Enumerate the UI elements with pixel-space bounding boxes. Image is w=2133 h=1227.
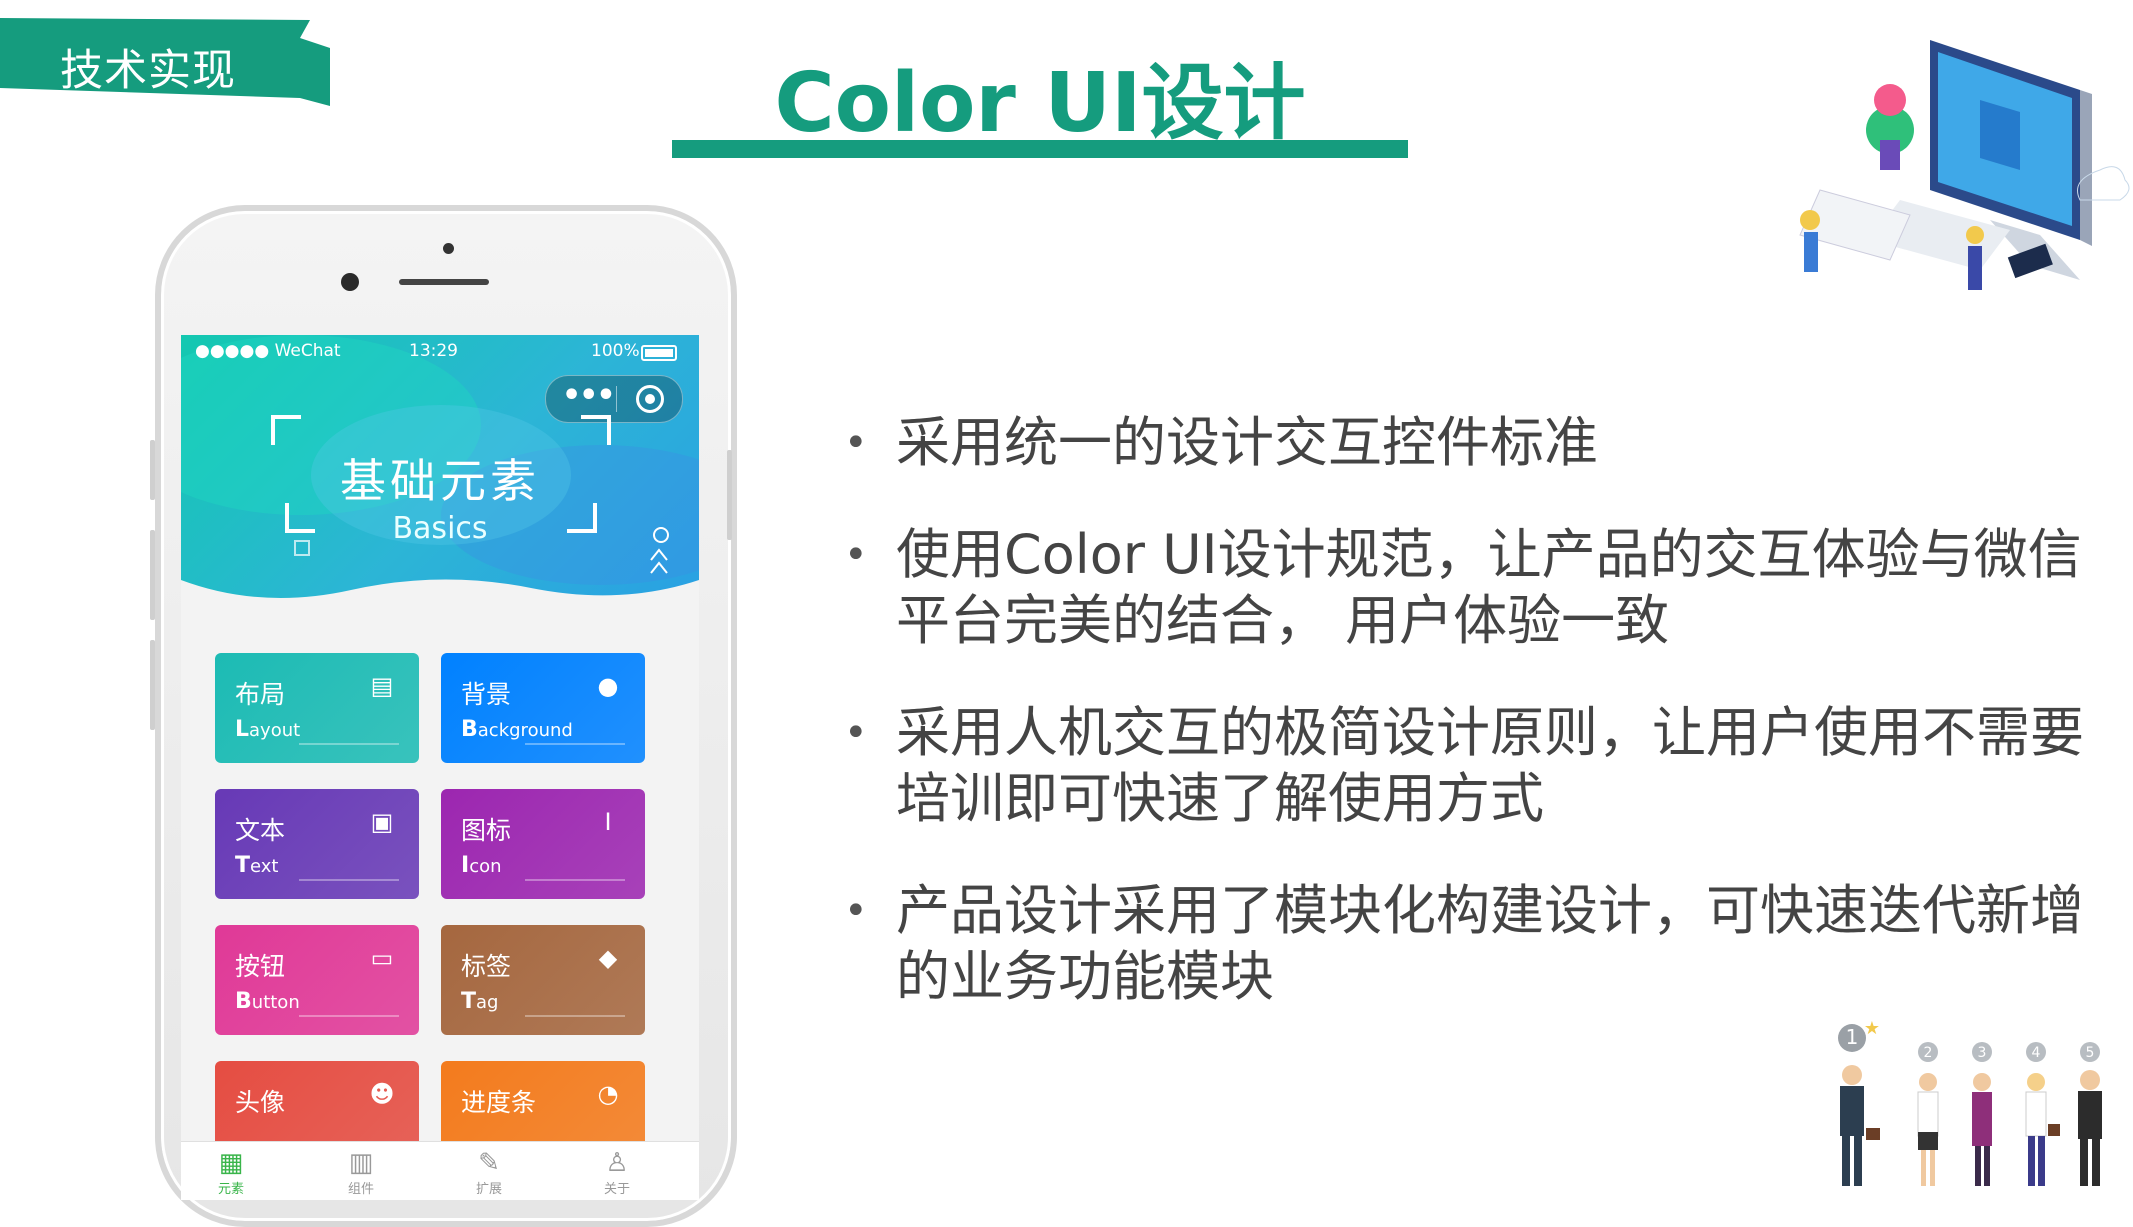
about-icon: ♙ [605,1148,629,1178]
components-icon: ▥ [348,1148,374,1178]
card-label-cn: 文本 [235,816,286,845]
palette-icon: ● [597,672,619,700]
card-label-cn: 图标 [461,816,512,845]
card-label-cn: 布局 [235,680,286,709]
person-3 [1972,1073,1992,1186]
icon-icon: Ⅰ [604,808,612,836]
card-divider [525,879,625,881]
bullet-item: 采用人机交互的极简设计原则，让用户使用不需要培训即可快速了解使用方式 [840,700,2100,832]
more-icon[interactable]: ••• [562,378,616,413]
person-4 [2025,1073,2060,1186]
person-5 [2078,1070,2102,1186]
hero-subtitle: Basics [392,511,488,546]
carrier-label: ●●●●● WeChat [195,341,341,361]
card-button[interactable]: 按钮 Button ▭ [215,925,419,1035]
text-icon: ▣ [370,808,394,836]
capsule-divider [616,386,617,412]
volume-up-button [150,530,155,620]
status-time: 13:29 [409,341,458,361]
tab-plugins[interactable]: ✎ 扩展 [449,1148,529,1197]
card-divider [299,879,399,881]
svg-text:★: ★ [1864,1020,1880,1039]
volume-down-button [150,640,155,730]
mute-switch [150,440,155,500]
progress-icon: ◔ [597,1080,619,1108]
rank-5: 5 [2086,1045,2095,1061]
battery-icon [641,345,677,361]
bracket-top-right [581,415,611,445]
card-divider [525,743,625,745]
rank-4: 4 [2032,1045,2041,1061]
tab-components[interactable]: ▥ 组件 [321,1148,401,1197]
card-layout[interactable]: 布局 Layout ▤ [215,653,419,763]
bullet-item: 产品设计采用了模块化构建设计，可快速迭代新增的业务功能模块 [840,878,2100,1010]
hero-title: 基础元素 [340,454,540,508]
card-divider [299,1015,399,1017]
person-1 [1840,1065,1880,1186]
status-bar: ●●●●● WeChat 13:29 100% [181,335,699,365]
card-label-en: Background [461,717,573,742]
card-label-cn: 头像 [235,1088,286,1117]
app-screen: ●●●●● WeChat 13:29 100% ••• 基础元素 Basics … [181,335,699,1200]
plugin-icon: ✎ [478,1148,500,1178]
card-label-cn: 按钮 [235,952,286,981]
card-label-en: Tag [461,989,499,1014]
ranking-people-illustration: 1 ★ 2 3 4 5 [1838,1020,2102,1186]
rank-1: 1 [1846,1025,1859,1049]
tab-bar: ▦ 元素 ▥ 组件 ✎ 扩展 ♙ 关于 [181,1141,699,1200]
slide-title: Color UI设计 [774,56,1306,151]
avatar-icon: ☻ [369,1080,395,1108]
card-label-en: Layout [235,717,301,742]
power-button [727,450,732,540]
card-background[interactable]: 背景 Background ● [441,653,645,763]
rank-3: 3 [1978,1045,1987,1061]
card-label-cn: 标签 [461,952,512,981]
card-label-en: Text [235,853,279,878]
card-tag[interactable]: 标签 Tag ◆ [441,925,645,1035]
close-target-icon[interactable] [636,385,664,413]
layout-icon: ▤ [370,672,394,700]
computer-illustration [1799,40,2130,290]
card-label-en: Icon [461,853,502,878]
sensor-dot [443,243,454,254]
battery-label: 100% [591,341,640,361]
earpiece-speaker [399,279,489,285]
button-icon: ▭ [370,944,394,972]
card-label-cn: 背景 [461,680,512,709]
card-label-cn: 进度条 [461,1088,537,1117]
card-divider [299,743,399,745]
bullet-list: 采用统一的设计交互控件标准 使用Color UI设计规范，让产品的交互体验与微信… [840,410,2100,1056]
title-underline [672,140,1408,158]
bullet-item: 采用统一的设计交互控件标准 [840,410,2100,476]
card-icon[interactable]: 图标 Icon Ⅰ [441,789,645,899]
card-text[interactable]: 文本 Text ▣ [215,789,419,899]
rank-2: 2 [1924,1045,1933,1061]
person-2 [1917,1073,1939,1186]
elements-icon: ▦ [218,1148,244,1178]
tag-icon: ◆ [598,944,618,972]
miniprogram-capsule[interactable]: ••• [545,375,683,423]
bullet-item: 使用Color UI设计规范，让产品的交互体验与微信平台完美的结合， 用户体验一… [840,522,2100,654]
card-divider [525,1015,625,1017]
rank-badges: 1 ★ 2 3 4 5 [1838,1020,2100,1062]
front-camera [341,273,359,291]
card-label-en: Button [235,989,300,1014]
hero-wave [181,579,699,630]
bracket-top-left [271,415,301,445]
tab-about[interactable]: ♙ 关于 [577,1148,657,1197]
tab-elements[interactable]: ▦ 元素 [191,1148,271,1197]
